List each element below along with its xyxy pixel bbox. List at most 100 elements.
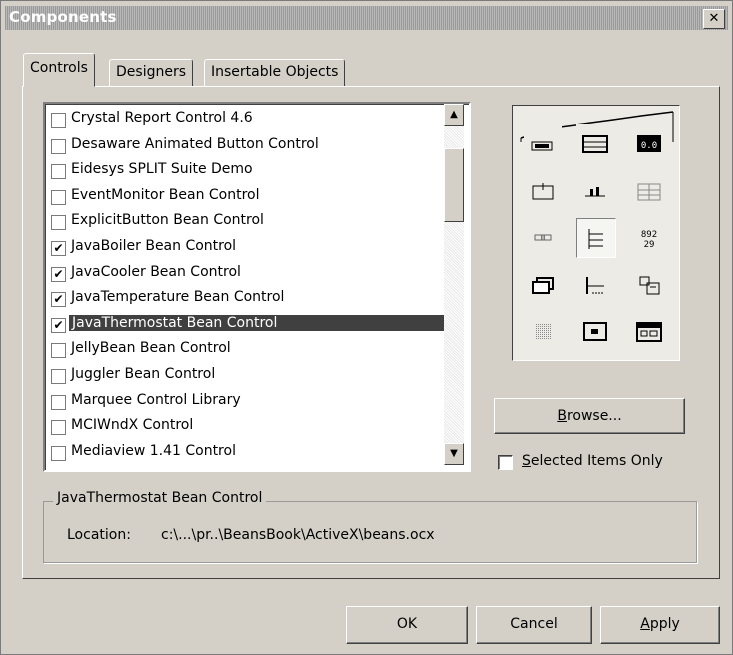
svg-text:0.0: 0.0 (641, 141, 657, 151)
list-item[interactable]: Marquee Control Library (49, 390, 445, 414)
palette-button[interactable]: 892 29 (630, 218, 668, 256)
list-item[interactable]: Crystal Report Control 4.6 (49, 108, 445, 132)
list-item-label: JellyBean Bean Control (71, 340, 231, 357)
panel-icon (636, 322, 662, 342)
palette-button[interactable] (524, 266, 562, 304)
palette-button[interactable] (576, 312, 614, 350)
checkbox-checked[interactable]: ✔ (51, 241, 66, 256)
checkbox-checked[interactable]: ✔ (51, 292, 66, 308)
list-item[interactable]: MCIWndX Control (49, 415, 445, 439)
title-bar[interactable]: Components ✕ (5, 6, 728, 30)
meter-icon (585, 187, 605, 197)
list-item-label: Juggler Bean Control (71, 366, 216, 382)
palette-button[interactable] (576, 124, 614, 162)
picture-icon (583, 322, 607, 341)
checkmark-icon: ✔ (53, 292, 64, 307)
list-item-label: Marquee Control Library (71, 391, 241, 408)
frame-icon (531, 141, 553, 151)
selected-items-mnemonic: S (522, 453, 531, 469)
checkbox-unchecked[interactable] (51, 189, 66, 205)
close-button[interactable]: ✕ (703, 9, 725, 29)
checkbox-checked[interactable]: ✔ (51, 266, 66, 282)
dots-icon (535, 324, 551, 340)
list-item[interactable]: ExplicitButton Bean Control (49, 210, 445, 234)
svg-text:892: 892 (641, 230, 657, 240)
listbox-scrollbar[interactable]: ▲ ▼ (444, 104, 464, 465)
list-item[interactable]: Desaware Animated Button Control (49, 134, 445, 158)
tab-label: Designers (116, 64, 186, 80)
checkbox-unchecked[interactable] (51, 138, 66, 154)
checkbox-unchecked[interactable] (51, 394, 66, 410)
ok-button[interactable]: OK (346, 606, 468, 644)
label-icon (532, 183, 554, 200)
checkmark-icon: ✔ (53, 241, 64, 255)
arrow-down-icon: ▼ (450, 448, 458, 459)
tree-icon (586, 277, 604, 294)
apply-button[interactable]: Apply (600, 606, 720, 644)
window-icon (532, 277, 554, 294)
checkbox-unchecked[interactable] (51, 343, 66, 359)
list-item-label: Mediaview 1.41 Control (71, 442, 236, 459)
list-item[interactable]: ✔ JavaTemperature Bean Control (49, 287, 445, 311)
list-item-label: JavaThermostat Bean Control (69, 314, 445, 331)
browse-button[interactable]: Browse... (494, 398, 685, 434)
checkbox-unchecked[interactable] (51, 420, 66, 436)
list-item[interactable]: JellyBean Bean Control (49, 338, 445, 362)
digital-display-icon: 0.0 (637, 135, 661, 152)
checkbox-unchecked[interactable] (51, 113, 66, 128)
cancel-button[interactable]: Cancel (476, 606, 592, 644)
svg-text:III: III (541, 236, 545, 242)
list-item[interactable]: Juggler Bean Control (49, 364, 445, 388)
components-dialog: Components ✕ Controls Designers Insertab… (0, 0, 733, 655)
palette-button[interactable] (524, 312, 562, 350)
palette-button[interactable] (630, 266, 668, 304)
scroll-down-button[interactable]: ▼ (444, 443, 464, 465)
tab-label: Controls (30, 60, 88, 76)
boxes-icon (639, 276, 660, 295)
list-item[interactable]: Eidesys SPLIT Suite Demo (49, 159, 445, 183)
checkmark-icon: ✔ (53, 317, 64, 332)
location-label: Location: (67, 527, 131, 543)
tab-label: Insertable Objects (211, 64, 339, 80)
list-item-label: EventMonitor Bean Control (71, 186, 260, 203)
toolbox-preview: 0.0 III 892 29 (512, 105, 680, 361)
palette-button[interactable] (524, 124, 562, 162)
list-item-label: JavaCooler Bean Control (71, 263, 241, 280)
tab-insertable-objects[interactable]: Insertable Objects (204, 59, 346, 87)
palette-button[interactable] (524, 172, 562, 210)
list-item[interactable]: EventMonitor Bean Control (49, 185, 445, 209)
tab-designers[interactable]: Designers (109, 59, 193, 87)
controls-listbox[interactable]: Crystal Report Control 4.6 Desaware Anima… (43, 102, 471, 472)
checkbox-box[interactable] (498, 455, 513, 470)
checkbox-unchecked[interactable] (51, 164, 66, 180)
palette-button[interactable] (630, 172, 668, 210)
treeview-icon (588, 229, 603, 249)
list-item-label: JavaTemperature Bean Control (71, 289, 285, 306)
close-icon: ✕ (708, 11, 720, 26)
ok-label: OK (396, 616, 418, 632)
browse-mnemonic: B (557, 408, 567, 424)
small-button-icon: III (534, 234, 552, 242)
apply-label-rest: pply (649, 616, 680, 632)
scroll-up-button[interactable]: ▲ (444, 104, 464, 126)
list-item[interactable]: ✔ JavaThermostat Bean Control (49, 313, 445, 337)
palette-button[interactable] (576, 266, 614, 304)
palette-button[interactable] (576, 218, 616, 258)
list-item[interactable]: Mediaview 1.41 Control (49, 441, 445, 465)
list-item[interactable]: ✔ JavaBoiler Bean Control (49, 236, 445, 260)
tab-controls[interactable]: Controls (23, 53, 95, 87)
scroll-thumb[interactable] (444, 148, 464, 222)
selected-items-rest: elected Items Only (530, 453, 663, 469)
palette-button[interactable]: III (524, 218, 562, 256)
palette-button[interactable] (576, 172, 614, 210)
arrow-up-icon: ▲ (450, 109, 458, 120)
checkbox-unchecked[interactable] (51, 445, 66, 461)
palette-button[interactable] (630, 312, 668, 350)
checkbox-checked[interactable]: ✔ (51, 317, 66, 333)
palette-button[interactable]: 0.0 (630, 124, 668, 162)
cancel-label: Cancel (510, 616, 558, 632)
checkbox-unchecked[interactable] (51, 369, 66, 384)
checkbox-unchecked[interactable] (51, 215, 66, 231)
list-item[interactable]: ✔ JavaCooler Bean Control (49, 262, 445, 286)
listbox-icon (582, 135, 608, 153)
